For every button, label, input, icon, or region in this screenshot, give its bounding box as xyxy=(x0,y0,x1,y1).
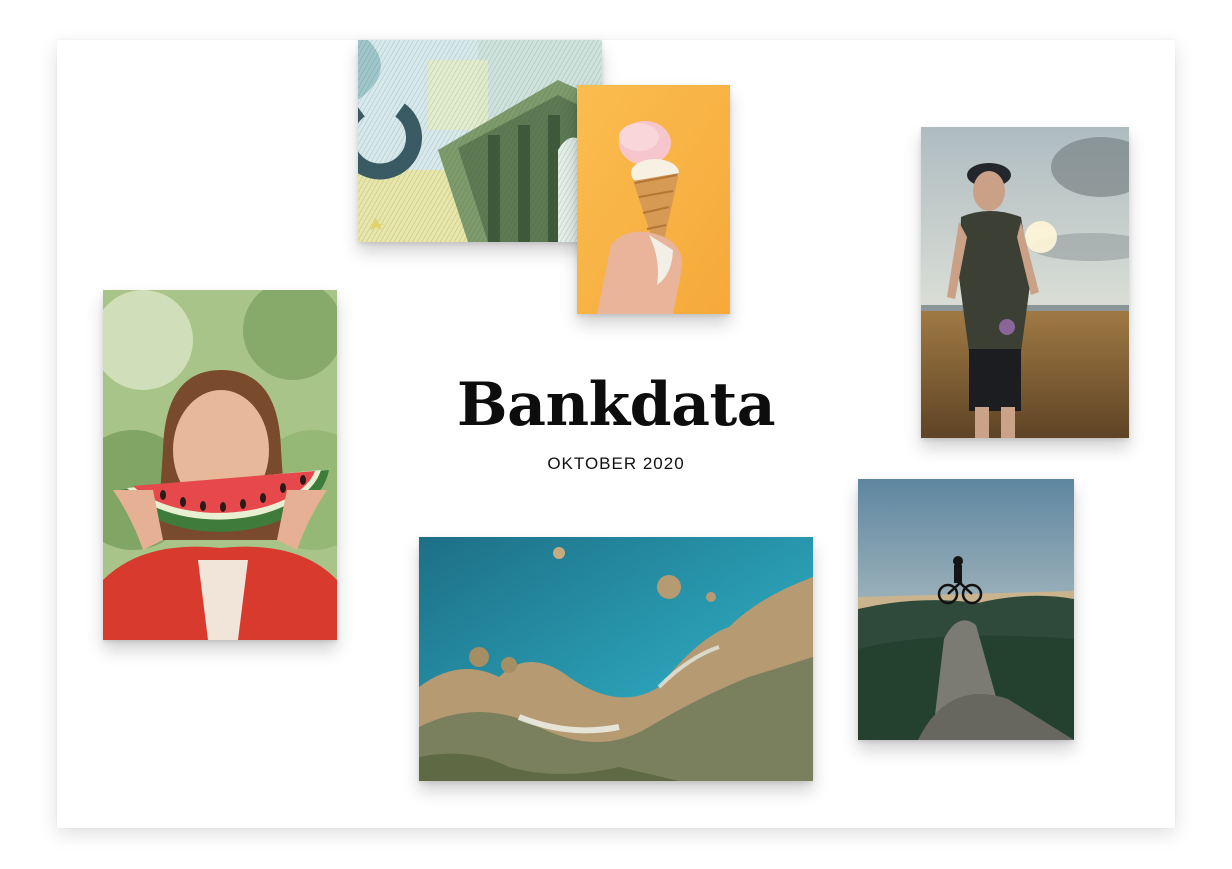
banknote-photo xyxy=(358,40,602,242)
brand-title: Bankdata xyxy=(456,370,776,440)
woman-watermelon-photo xyxy=(103,290,337,640)
cyclist-mountain-photo xyxy=(858,479,1074,740)
cyclist-mountain-image-icon xyxy=(858,479,1074,740)
man-in-field-photo xyxy=(921,127,1129,438)
coastline-aerial-image-icon xyxy=(419,537,813,781)
brand-block: Bankdata OKTOBER 2020 xyxy=(400,370,832,474)
coastline-aerial-photo xyxy=(419,537,813,781)
woman-watermelon-image-icon xyxy=(103,290,337,640)
banknote-image-icon xyxy=(358,40,602,242)
ice-cream-photo xyxy=(577,85,730,314)
man-in-field-image-icon xyxy=(921,127,1129,438)
brand-date: OKTOBER 2020 xyxy=(547,454,685,473)
ice-cream-image-icon xyxy=(577,85,730,314)
